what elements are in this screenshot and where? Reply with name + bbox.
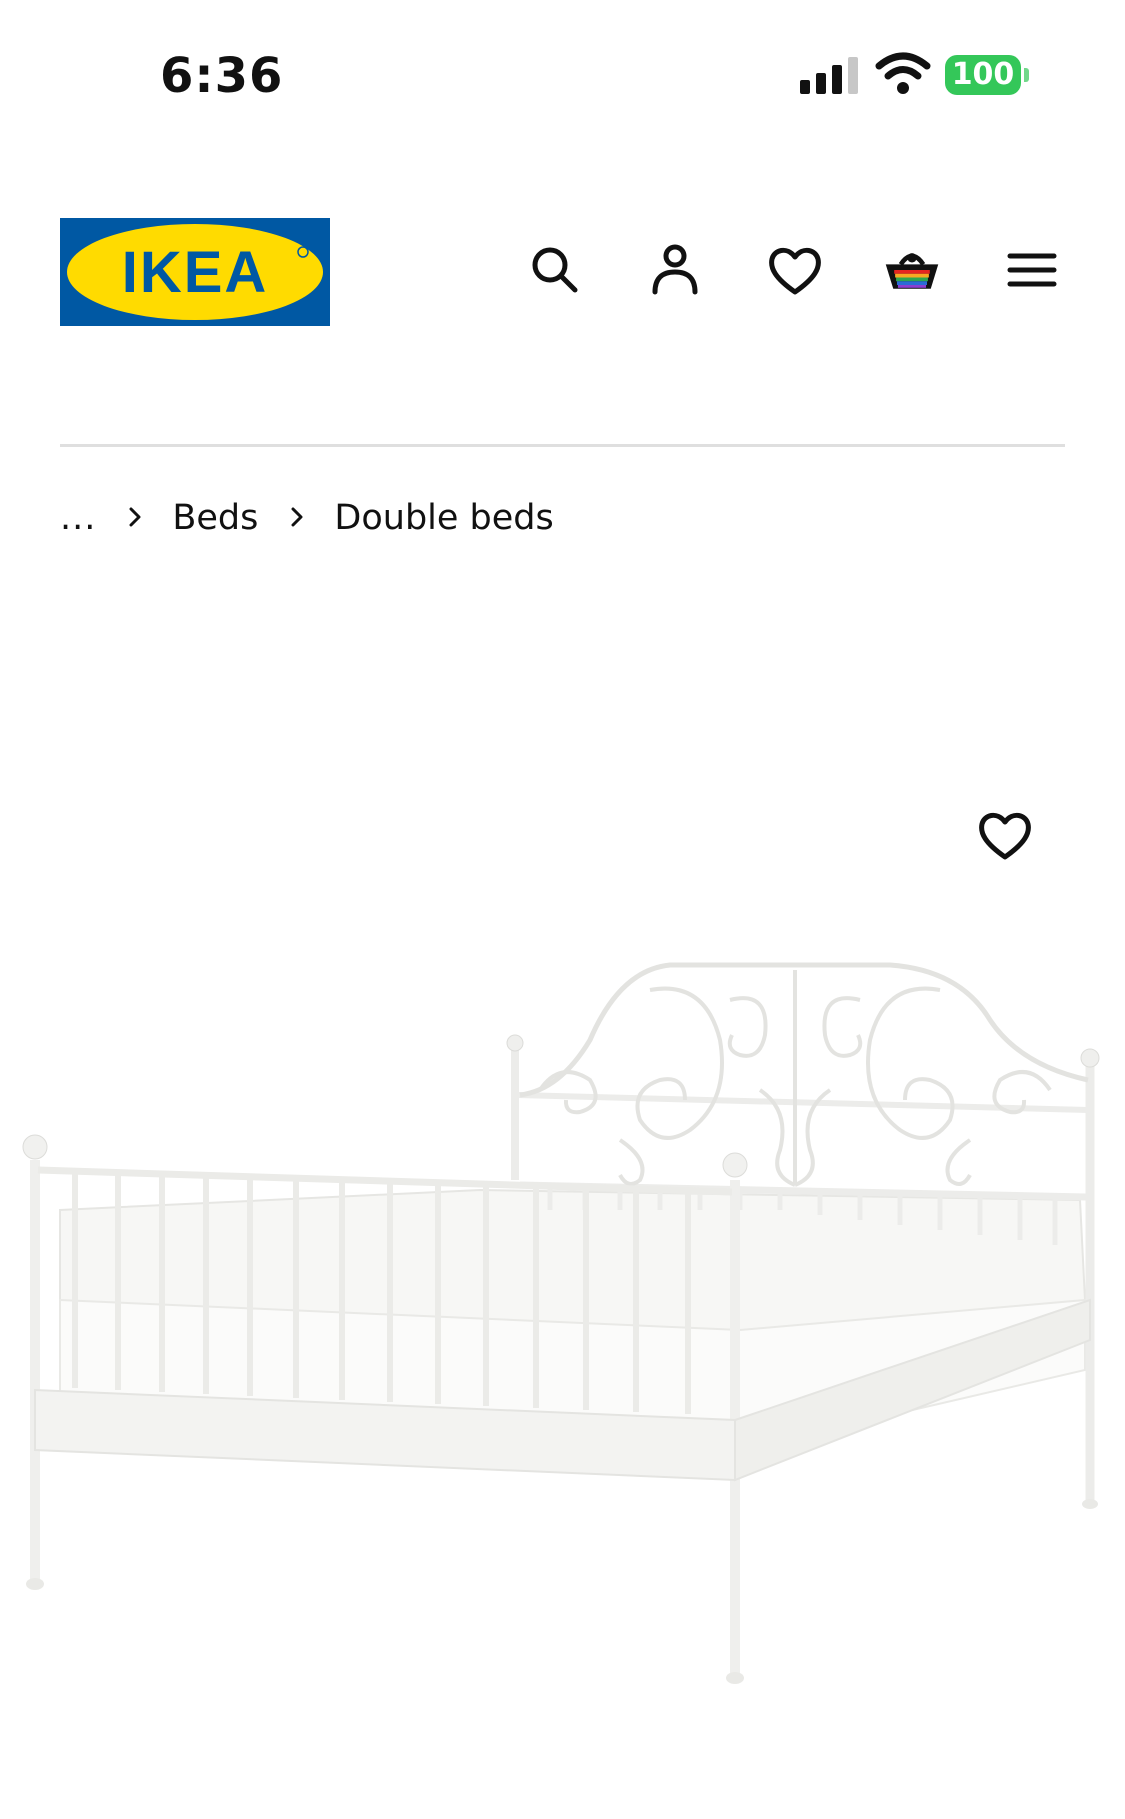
status-bar: 6:36 100 [0,0,1125,150]
status-time: 6:36 [160,48,284,104]
cellular-signal-icon [800,56,860,96]
heart-outline-icon [979,812,1031,860]
chevron-right-icon [128,501,142,536]
battery-cap [1024,68,1029,82]
breadcrumb: ... Beds Double beds [60,492,554,544]
breadcrumb-ellipsis[interactable]: ... [60,498,96,538]
logo-text: IKEA [122,240,269,305]
ikea-logo[interactable]: IKEA [60,218,330,326]
breadcrumb-item-beds[interactable]: Beds [172,498,258,538]
product-image[interactable] [0,760,1125,1720]
chevron-right-icon [290,501,304,536]
header-divider [60,444,1065,447]
heart-icon[interactable] [765,240,825,300]
wifi-icon [875,52,931,96]
account-icon[interactable] [645,240,705,300]
shopping-basket-icon[interactable] [882,240,942,300]
breadcrumb-item-double-beds[interactable]: Double beds [334,498,553,538]
search-icon[interactable] [525,240,585,300]
add-to-favourites-button[interactable] [975,805,1035,865]
battery-level: 100 [945,55,1021,95]
battery-indicator: 100 [945,55,1029,95]
hamburger-menu-icon[interactable] [1002,240,1062,300]
